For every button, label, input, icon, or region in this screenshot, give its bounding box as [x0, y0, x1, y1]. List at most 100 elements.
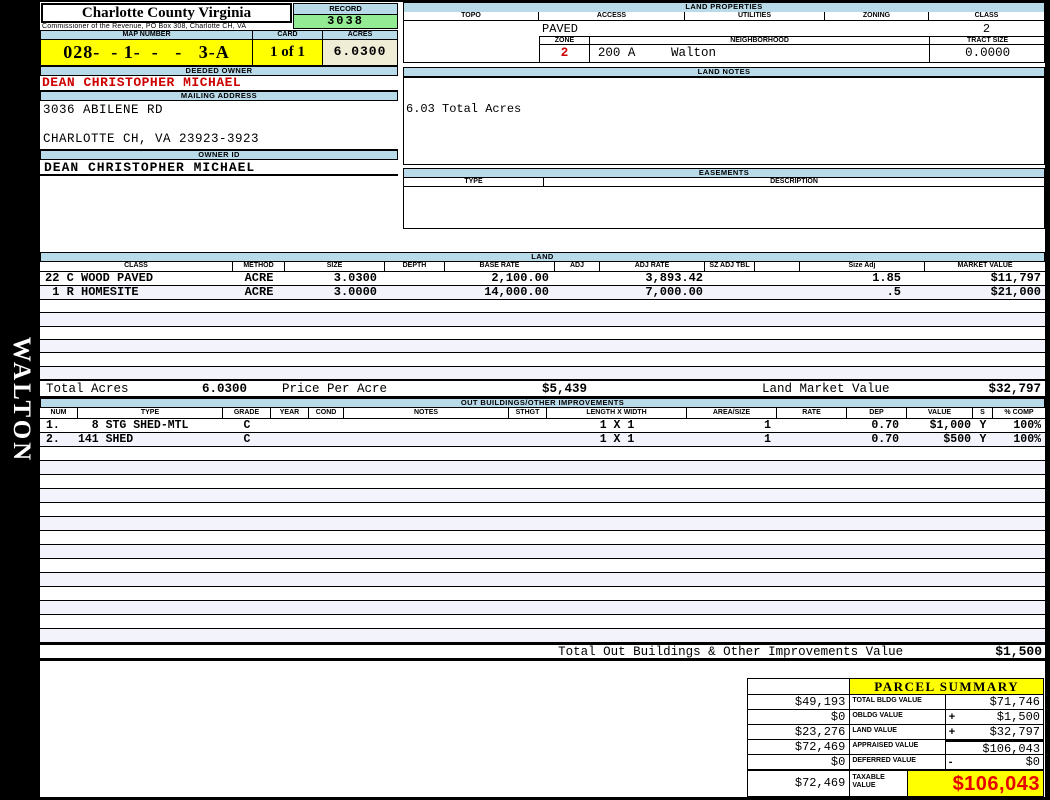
table-empty-row — [40, 503, 1045, 517]
outbuildings-section: OUT BUILDINGS/OTHER IMPROVEMENTS NUM TYP… — [40, 398, 1045, 661]
outbuildings-section-header: OUT BUILDINGS/OTHER IMPROVEMENTS — [40, 398, 1045, 408]
cell-area-size: 1 — [764, 419, 771, 432]
zone-values: 2 200 A Walton 0.0000 — [539, 45, 1045, 62]
cell-cond — [309, 433, 344, 446]
cell-dep: 0.70 — [871, 419, 899, 432]
summary-row-taxable: $72,469 TAXABLE VALUE $106,043 — [748, 770, 1043, 796]
land-properties-panel: LAND PROPERTIES TOPO ACCESS UTILITIES ZO… — [403, 2, 1045, 229]
cell-left-amount: $49,193 — [748, 695, 851, 709]
table-empty-row — [40, 573, 1045, 587]
outbuildings-empty-rows — [40, 447, 1045, 643]
cell-op: + — [948, 711, 956, 723]
cell-size-adj: .5 — [886, 285, 901, 299]
cell-base-rate: 2,100.00 — [491, 271, 549, 285]
zone-value: 2 — [540, 45, 590, 62]
cell-base-rate: 14,000.00 — [484, 285, 549, 299]
col-value: VALUE — [907, 408, 973, 418]
cell-cond — [309, 419, 344, 432]
easements-columns: TYPE DESCRIPTION — [403, 178, 1045, 187]
zone-columns: ZONE NEIGHBORHOOD TRACT SIZE — [539, 36, 1045, 45]
cell-sthgt — [509, 419, 547, 432]
cell-label: DEFERRED VALUE — [850, 755, 946, 769]
col-length-width: LENGTH X WIDTH — [547, 408, 687, 418]
land-market-value-label: Land Market Value — [762, 382, 890, 396]
col-easement-description: DESCRIPTION — [770, 178, 818, 185]
cell-value: $1,000 — [929, 419, 971, 432]
table-empty-row — [40, 447, 1045, 461]
table-empty-row — [40, 489, 1045, 503]
empty-cell — [748, 679, 851, 694]
total-acres-value: 6.0300 — [202, 382, 248, 396]
record-box: RECORD 3038 — [293, 3, 398, 29]
cell-amount: $71,746 — [989, 695, 1041, 709]
outbuilding-row: 1. 8 STG SHED-MTL C 1 X 1 1 0.70 $1,000 … — [40, 419, 1045, 433]
col-pct-comp: % COMP — [1004, 409, 1034, 416]
cell-s: Y — [979, 433, 987, 446]
col-adj: ADJ — [555, 262, 600, 271]
col-blank — [755, 262, 800, 271]
neighborhood-name: Walton — [670, 46, 716, 60]
cell-size-adj: 1.85 — [872, 271, 901, 285]
table-empty-row — [40, 559, 1045, 573]
card-value: 1 of 1 — [253, 40, 323, 66]
col-zoning: ZONING — [825, 12, 929, 20]
table-empty-row — [40, 517, 1045, 531]
cell-num: 2. — [46, 433, 60, 446]
summary-row-obldg: $0 OBLDG VALUE + $1,500 — [748, 710, 1043, 725]
col-num: NUM — [40, 408, 78, 418]
cell-notes — [344, 419, 509, 432]
col-method: METHOD — [233, 262, 285, 271]
col-area-size: AREA/SIZE — [687, 408, 777, 418]
neighborhood-code: 200 A — [597, 46, 636, 60]
table-empty-row — [40, 545, 1045, 559]
cell-adj — [555, 272, 600, 285]
land-row: 1 R HOMESITE ACRE 3.0000 14,000.00 7,000… — [40, 286, 1045, 300]
cell-op: + — [948, 726, 956, 738]
table-empty-row — [40, 366, 1045, 380]
cell-market-value: $21,000 — [990, 285, 1041, 299]
cell-year — [271, 433, 309, 446]
address-line-2: CHARLOTTE CH, VA 23923-3923 — [43, 132, 260, 146]
cell-amount: $106,043 — [982, 742, 1041, 756]
cell-amount: $32,797 — [989, 725, 1041, 739]
cell-area-size: 1 — [764, 433, 771, 446]
cell-depth — [385, 286, 445, 299]
col-size: SIZE — [285, 262, 385, 271]
parcel-summary: PARCEL SUMMARY $49,193 TOTAL BLDG VALUE … — [747, 678, 1044, 797]
table-empty-row — [40, 587, 1045, 601]
cell-left-amount: $23,276 — [748, 725, 851, 739]
cell-length-width: 1 X 1 — [599, 419, 635, 432]
col-easement-type: TYPE — [404, 178, 544, 186]
owner-id-header: OWNER ID — [40, 150, 398, 160]
land-section: LAND CLASS METHOD SIZE DEPTH BASE RATE A… — [40, 252, 1045, 398]
parcel-summary-title: PARCEL SUMMARY — [850, 679, 1043, 694]
taxable-value-label: TAXABLE VALUE — [850, 771, 908, 796]
land-notes-header: LAND NOTES — [403, 67, 1045, 77]
col-topo: TOPO — [404, 12, 539, 20]
col-size-adj: Size Adj — [800, 262, 925, 271]
cell-amount: $1,500 — [996, 710, 1041, 724]
col-depth: DEPTH — [385, 262, 445, 271]
parcel-summary-header-row: PARCEL SUMMARY — [748, 679, 1043, 695]
price-per-acre-label: Price Per Acre — [282, 382, 388, 396]
table-empty-row — [40, 629, 1045, 643]
col-grade: GRADE — [223, 408, 271, 418]
cell-op: - — [948, 756, 953, 768]
zone-label: ZONE — [540, 36, 590, 45]
table-empty-row — [40, 601, 1045, 615]
col-class: CLASS — [40, 262, 233, 271]
deeded-owner-value: DEAN CHRISTOPHER MICHAEL — [40, 76, 398, 91]
card-label: CARD — [253, 30, 323, 40]
cell-method: ACRE — [244, 285, 274, 299]
col-notes: NOTES — [344, 408, 509, 418]
easements-header: EASEMENTS — [403, 168, 1045, 178]
land-section-header: LAND — [40, 252, 1045, 262]
address-line-1: 3036 ABILENE RD — [43, 103, 164, 117]
col-cond: COND — [309, 408, 344, 418]
tract-size-label: TRACT SIZE — [930, 36, 1045, 45]
col-market-value: MARKET VALUE — [957, 262, 1013, 269]
easements-box — [403, 187, 1045, 229]
cell-label: OBLDG VALUE — [850, 710, 946, 724]
land-market-value: $32,797 — [988, 382, 1041, 396]
table-empty-row — [40, 339, 1045, 354]
